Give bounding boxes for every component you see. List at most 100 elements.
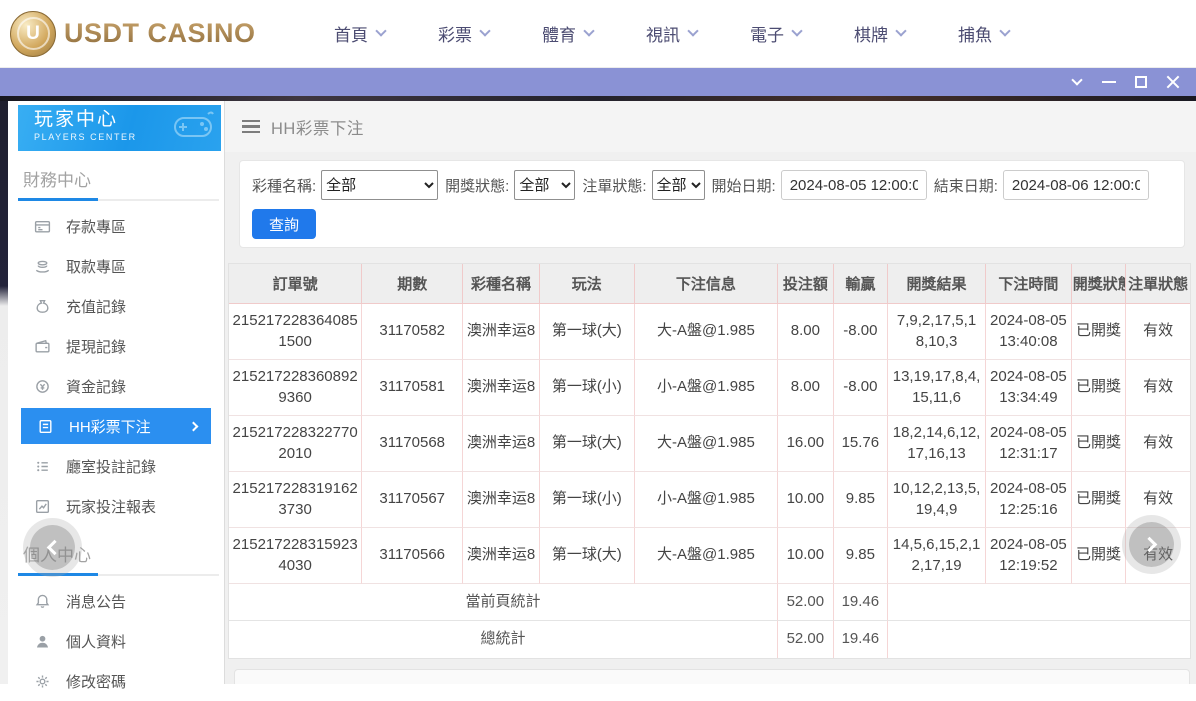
nav-item-3[interactable]: 體育 bbox=[516, 14, 620, 54]
sidebar-item-withdraw[interactable]: 取款專區 bbox=[8, 246, 224, 286]
table-cell: 2024-08-05 12:19:52 bbox=[986, 528, 1072, 584]
filter-group: 開獎狀態:全部 bbox=[445, 170, 575, 200]
table-row: 215217228364085150031170582澳洲幸运8第一球(大)大-… bbox=[229, 304, 1190, 360]
hall-bet-record-icon bbox=[34, 458, 51, 475]
window-titlebar bbox=[0, 68, 1196, 96]
sidebar-item-label: 修改密碼 bbox=[66, 671, 126, 692]
minimize-icon[interactable] bbox=[1098, 71, 1120, 93]
summary-bet-total-cell: 52.00 bbox=[778, 584, 834, 621]
sidebar-sections: 財務中心存款專區取款專區充值記錄提現記錄資金記錄 HH彩票下注廳室投註記錄玩家投注… bbox=[8, 166, 224, 701]
start-date-input[interactable] bbox=[781, 170, 927, 200]
table-cell: 2152172283227702010 bbox=[229, 416, 362, 472]
sidebar-menu: 存款專區取款專區充值記錄提現記錄資金記錄 HH彩票下注廳室投註記錄玩家投注報表 bbox=[8, 206, 224, 526]
table-cell: 有效 bbox=[1126, 472, 1190, 528]
chevron-right-icon bbox=[1142, 537, 1158, 553]
deposit-icon bbox=[34, 218, 51, 235]
sidebar-section: 財務中心 bbox=[18, 166, 219, 201]
nav-item-7[interactable]: 捕魚 bbox=[932, 14, 1036, 54]
sidebar-item-player-report[interactable]: 玩家投注報表 bbox=[8, 486, 224, 526]
table-cell: 有效 bbox=[1126, 304, 1190, 360]
content-header: HH彩票下注 bbox=[225, 101, 1196, 152]
table-cell: 澳洲幸运8 bbox=[463, 416, 540, 472]
column-header: 下注時間 bbox=[986, 264, 1072, 304]
chevron-right-icon bbox=[189, 421, 199, 431]
table-cell: 15.76 bbox=[834, 416, 889, 472]
sidebar-item-withdrawal-record[interactable]: 提現記錄 bbox=[8, 326, 224, 366]
sidebar-item-label: 存款專區 bbox=[66, 216, 126, 237]
collapse-sidebar-button[interactable] bbox=[30, 525, 75, 570]
table-cell: 13,19,17,8,4,15,11,6 bbox=[888, 360, 986, 416]
table-cell: 已開獎 bbox=[1072, 472, 1127, 528]
hamburger-icon[interactable] bbox=[242, 120, 260, 134]
funds-record-icon bbox=[34, 378, 51, 395]
sidebar: 玩家中心 PLAYERS CENTER 財務中心存款專區取款專區充值記錄提現記錄… bbox=[8, 101, 225, 684]
end-date-input[interactable] bbox=[1003, 170, 1149, 200]
filter-select-2[interactable]: 全部 bbox=[514, 170, 575, 200]
table-cell: 9.85 bbox=[834, 472, 889, 528]
scroll-right-button[interactable] bbox=[1129, 522, 1174, 567]
table-cell: 31170568 bbox=[362, 416, 463, 472]
bet-table-panel: 訂單號期數彩種名稱玩法下注信息投注額輸贏開獎結果下注時間開獎狀態注單狀態 215… bbox=[228, 263, 1191, 659]
chevron-down-icon bbox=[583, 25, 594, 36]
table-row: 215217228360892936031170581澳洲幸运8第一球(小)小-… bbox=[229, 360, 1190, 416]
section-title: 財務中心 bbox=[18, 166, 219, 191]
table-cell: 已開獎 bbox=[1072, 304, 1127, 360]
nav-item-1[interactable]: 首頁 bbox=[308, 14, 412, 54]
filter-group: 結束日期: bbox=[934, 170, 1149, 200]
section-divider bbox=[18, 199, 219, 201]
maximize-icon[interactable] bbox=[1130, 71, 1152, 93]
table-cell: 31170567 bbox=[362, 472, 463, 528]
sidebar-item-label: HH彩票下注 bbox=[69, 416, 151, 437]
column-header: 下注信息 bbox=[635, 264, 778, 304]
table-cell: 大-A盤@1.985 bbox=[635, 528, 778, 584]
sidebar-item-label: 提現記錄 bbox=[66, 336, 126, 357]
table-cell: 小-A盤@1.985 bbox=[635, 360, 778, 416]
summary-empty-cell bbox=[888, 584, 1190, 621]
page-title: HH彩票下注 bbox=[271, 115, 364, 139]
bet-table: 訂單號期數彩種名稱玩法下注信息投注額輸贏開獎結果下注時間開獎狀態注單狀態 215… bbox=[229, 264, 1190, 658]
table-row: 215217228322770201031170568澳洲幸运8第一球(大)大-… bbox=[229, 416, 1190, 472]
collapse-chevron-icon[interactable] bbox=[1066, 71, 1088, 93]
column-header: 開獎結果 bbox=[888, 264, 986, 304]
sidebar-header: 玩家中心 PLAYERS CENTER bbox=[18, 105, 221, 151]
column-header: 開獎狀態 bbox=[1072, 264, 1127, 304]
summary-row: 總統計52.0019.46 bbox=[229, 621, 1190, 658]
coin-logo-icon: U bbox=[10, 11, 56, 57]
nav-label: 首頁 bbox=[334, 21, 368, 46]
table-cell: 第一球(小) bbox=[540, 360, 635, 416]
chevron-down-icon bbox=[375, 25, 386, 36]
summary-label-cell: 當前頁統計 bbox=[229, 584, 778, 621]
left-gutter bbox=[0, 101, 8, 684]
search-button[interactable]: 查詢 bbox=[252, 209, 316, 239]
site-logo: U USDT CASINO bbox=[10, 11, 256, 57]
table-cell: 14,5,6,15,2,12,17,19 bbox=[888, 528, 986, 584]
column-header: 期數 bbox=[362, 264, 463, 304]
summary-winloss-total-cell: 19.46 bbox=[834, 621, 889, 658]
table-cell: 10.00 bbox=[778, 528, 834, 584]
nav-item-4[interactable]: 視訊 bbox=[620, 14, 724, 54]
sidebar-item-announcement[interactable]: 消息公告 bbox=[8, 581, 224, 621]
sidebar-item-funds-record[interactable]: 資金記錄 bbox=[8, 366, 224, 406]
summary-winloss-total-cell: 19.46 bbox=[834, 584, 889, 621]
nav-label: 彩票 bbox=[438, 21, 472, 46]
close-icon[interactable] bbox=[1162, 71, 1184, 93]
sidebar-item-label: 玩家投注報表 bbox=[66, 496, 156, 517]
coin-letter: U bbox=[17, 17, 50, 50]
sidebar-item-profile[interactable]: 個人資料 bbox=[8, 621, 224, 661]
sidebar-item-recharge-record[interactable]: 充值記錄 bbox=[8, 286, 224, 326]
filter-select-3[interactable]: 全部 bbox=[652, 170, 705, 200]
table-cell: 10,12,2,13,5,19,4,9 bbox=[888, 472, 986, 528]
filter-row: 彩種名稱:全部開獎狀態:全部注單狀態:全部開始日期:結束日期: bbox=[252, 170, 1172, 200]
profile-icon bbox=[34, 633, 51, 650]
nav-item-5[interactable]: 電子 bbox=[724, 14, 828, 54]
sidebar-item-hall-bet-record[interactable]: 廳室投註記錄 bbox=[8, 446, 224, 486]
nav-item-6[interactable]: 棋牌 bbox=[828, 14, 932, 54]
table-row: 215217228315923403031170566澳洲幸运8第一球(大)大-… bbox=[229, 528, 1190, 584]
nav-item-2[interactable]: 彩票 bbox=[412, 14, 516, 54]
chevron-left-icon bbox=[47, 540, 63, 556]
sidebar-item-password[interactable]: 修改密碼 bbox=[8, 661, 224, 701]
filter-label: 開始日期: bbox=[712, 175, 776, 196]
sidebar-item-deposit[interactable]: 存款專區 bbox=[8, 206, 224, 246]
sidebar-item-lottery-bet[interactable]: HH彩票下注 bbox=[21, 408, 211, 444]
filter-select-1[interactable]: 全部 bbox=[321, 170, 438, 200]
